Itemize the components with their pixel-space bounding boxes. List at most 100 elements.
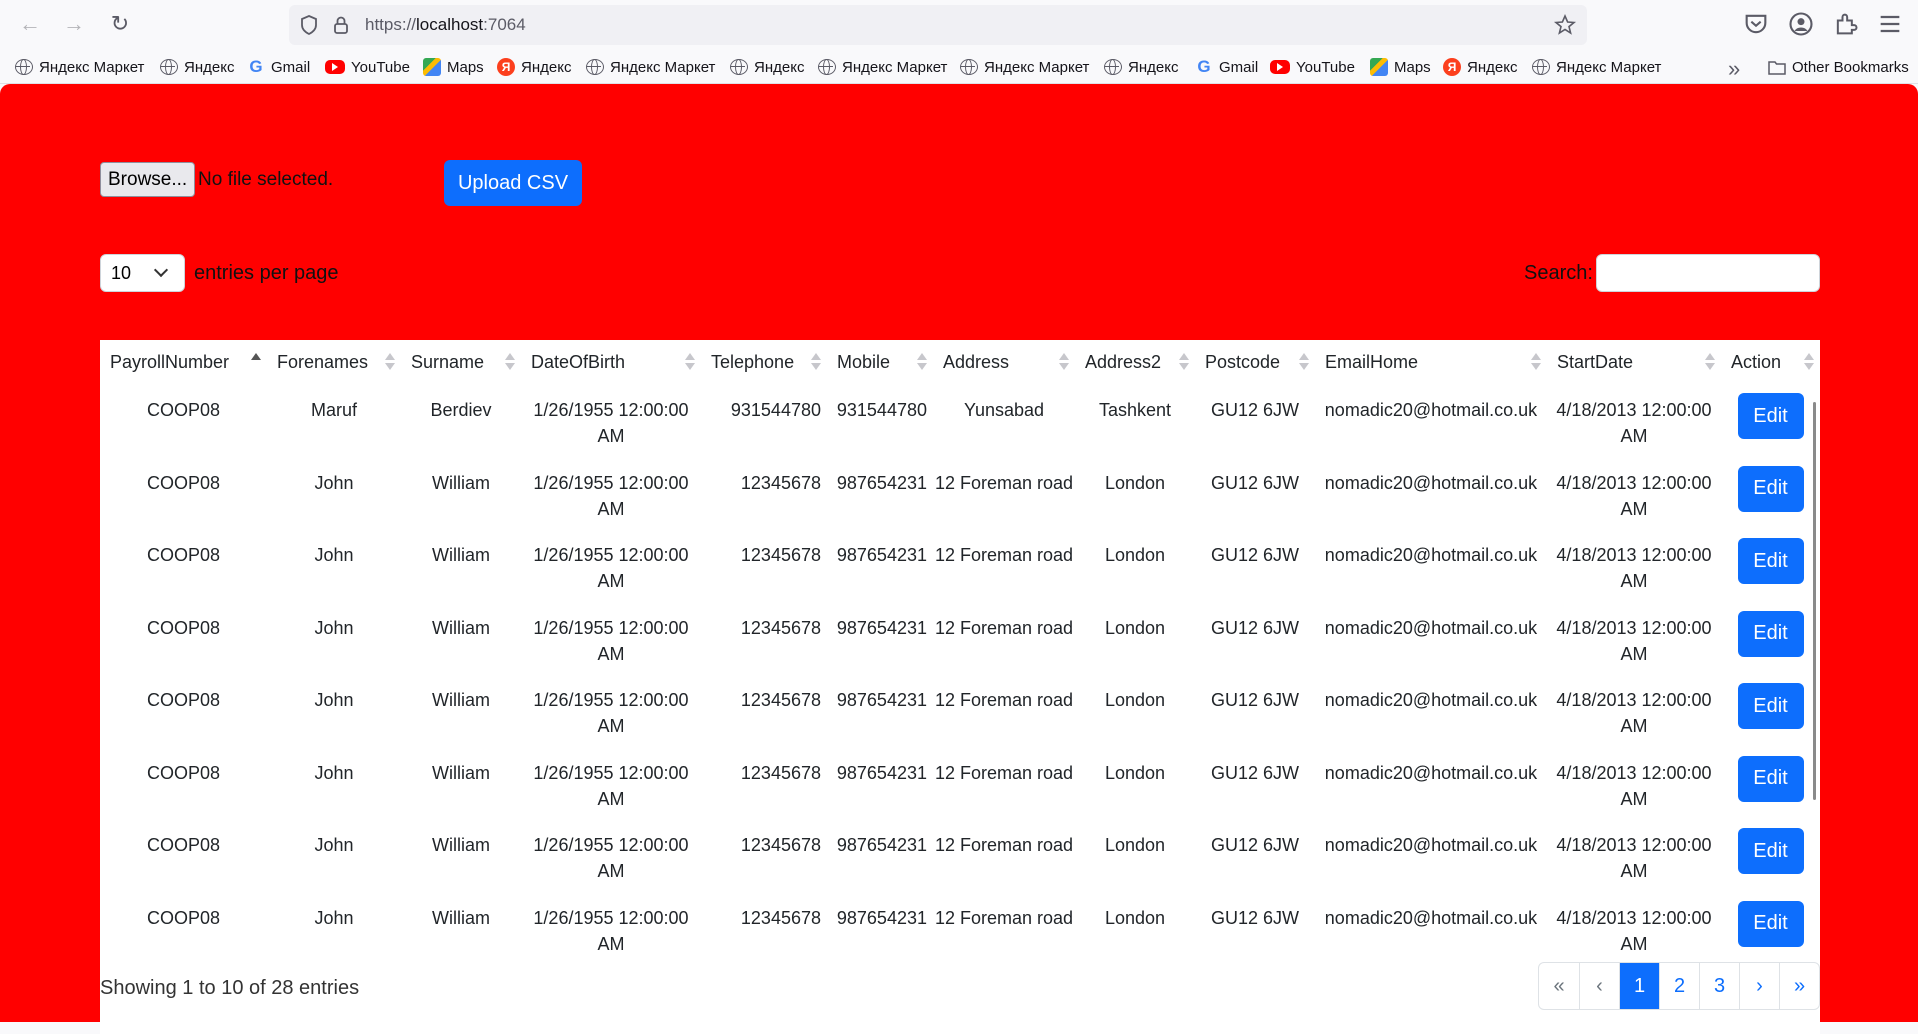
column-header-address2[interactable]: Address2 — [1075, 340, 1195, 384]
reload-icon[interactable]: ↻ — [104, 8, 136, 40]
cell-dob: 1/26/1955 12:00:00 AM — [533, 690, 689, 736]
page-3-button[interactable]: 3 — [1699, 963, 1739, 1009]
bookmark-item[interactable]: YouTube — [1270, 57, 1355, 77]
other-bookmarks[interactable]: Other Bookmarks — [1768, 57, 1909, 77]
globe-icon — [1532, 59, 1550, 75]
bookmark-label: Gmail — [1219, 58, 1259, 76]
menu-icon[interactable] — [1876, 10, 1904, 38]
page-first-button[interactable]: « — [1539, 963, 1579, 1009]
table-scrollbar[interactable] — [1813, 402, 1816, 800]
cell-payroll: COOP08 — [146, 690, 221, 710]
bookmark-item[interactable]: Я Яндекс — [1443, 57, 1517, 77]
column-header-action[interactable]: Action — [1721, 340, 1820, 384]
entries-per-page-label: entries per page — [194, 262, 339, 284]
cell-startdate: 4/18/2013 12:00:00 AM — [1556, 835, 1712, 881]
bookmark-label: Яндекс Маркет — [984, 58, 1090, 76]
globe-icon — [818, 59, 836, 75]
sort-icon — [505, 353, 515, 371]
cell-payroll: COOP08 — [146, 762, 221, 783]
page-content: Browse... No file selected. Upload CSV 1… — [0, 84, 1918, 1034]
upload-csv-button[interactable]: Upload CSV — [444, 160, 582, 206]
bookmark-item[interactable]: Яндекс Маркет — [15, 57, 144, 77]
cell-tel: 12345678 — [740, 545, 821, 565]
url-text[interactable]: https://localhost:7064 — [365, 15, 526, 35]
account-icon[interactable] — [1787, 10, 1815, 38]
page-2-button[interactable]: 2 — [1659, 963, 1699, 1009]
bookmark-item[interactable]: Яндекс Маркет — [586, 57, 715, 77]
cell-dob: 1/26/1955 12:00:00 AM — [533, 617, 689, 664]
column-header-startdate[interactable]: StartDate — [1547, 340, 1721, 384]
edit-button[interactable]: Edit — [1737, 610, 1804, 657]
entries-per-page-select[interactable]: 10 — [100, 254, 185, 292]
column-header-emailhome[interactable]: EmailHome — [1315, 340, 1547, 384]
table-row: COOP08 John William 1/26/1955 12:00:00 AM 12… — [100, 674, 1820, 747]
bookmark-item[interactable]: Яндекс Маркет — [960, 57, 1089, 77]
edit-button[interactable]: Edit — [1737, 683, 1804, 729]
bookmark-item[interactable]: Maps — [1370, 57, 1431, 77]
bookmark-item[interactable]: YouTube — [325, 57, 410, 77]
column-header-label: StartDate — [1557, 351, 1634, 372]
column-header-postcode[interactable]: Postcode — [1195, 340, 1315, 384]
sort-icon — [1531, 353, 1541, 371]
cell-tel: 12345678 — [740, 690, 821, 710]
more-bookmarks-icon[interactable]: » — [1728, 56, 1740, 82]
edit-button[interactable]: Edit — [1737, 465, 1804, 512]
column-header-label: Address — [943, 351, 1010, 372]
edit-button[interactable]: Edit — [1737, 828, 1804, 874]
bookmark-item[interactable]: Maps — [423, 57, 484, 77]
cell-mob: 987654231 — [836, 907, 927, 928]
column-header-telephone[interactable]: Telephone — [701, 340, 827, 384]
bookmark-item[interactable]: G Gmail — [247, 57, 310, 77]
back-icon[interactable]: ← — [14, 8, 46, 40]
forward-icon[interactable]: → — [58, 8, 90, 40]
bookmark-label: Яндекс — [1128, 58, 1179, 76]
edit-button[interactable]: Edit — [1737, 755, 1804, 802]
column-header-address[interactable]: Address — [933, 340, 1075, 384]
page-last-button[interactable]: » — [1779, 963, 1819, 1009]
page-1-button[interactable]: 1 — [1619, 963, 1659, 1009]
cell-address2: London — [1104, 617, 1166, 638]
bookmark-item[interactable]: G Gmail — [1195, 57, 1258, 77]
cell-dob: 1/26/1955 12:00:00 AM — [533, 762, 689, 809]
bookmark-star-icon[interactable] — [1553, 13, 1577, 37]
cell-tel: 12345678 — [740, 762, 821, 783]
column-header-forenames[interactable]: Forenames — [267, 340, 401, 384]
column-header-label: Address2 — [1085, 351, 1162, 372]
bookmark-item[interactable]: Яндекс Маркет — [1532, 57, 1661, 77]
bookmark-item[interactable]: Яндекс — [1104, 57, 1178, 77]
column-header-mobile[interactable]: Mobile — [827, 340, 933, 384]
lock-icon[interactable] — [329, 13, 353, 37]
sort-icon — [1179, 353, 1189, 371]
bookmark-item[interactable]: Яндекс Маркет — [818, 57, 947, 77]
edit-button[interactable]: Edit — [1737, 538, 1804, 584]
column-header-surname[interactable]: Surname — [401, 340, 521, 384]
shield-icon[interactable] — [297, 13, 321, 37]
cell-forenames: John — [314, 690, 354, 710]
cell-mob: 987654231 — [836, 762, 927, 783]
url-suffix: :7064 — [483, 15, 526, 34]
pocket-icon[interactable] — [1742, 10, 1770, 38]
bookmark-item[interactable]: Я Яндекс — [497, 57, 571, 77]
edit-button[interactable]: Edit — [1737, 393, 1804, 439]
chevron-down-icon — [153, 262, 169, 278]
cell-surname: William — [432, 690, 490, 710]
search-input[interactable] — [1596, 254, 1820, 292]
column-header-dateofbirth[interactable]: DateOfBirth — [521, 340, 701, 384]
cell-action: Edit — [1721, 529, 1820, 602]
cell-surname: William — [432, 762, 490, 783]
extensions-icon[interactable] — [1832, 10, 1860, 38]
globe-icon — [15, 59, 33, 75]
cell-email: nomadic20@hotmail.co.uk — [1324, 835, 1538, 855]
bookmark-item[interactable]: Яндекс — [730, 57, 804, 77]
cell-mob: 987654231 — [836, 690, 927, 710]
column-header-payrollnumber[interactable]: PayrollNumber — [100, 340, 267, 384]
yandex-icon: Я — [1443, 58, 1461, 76]
address-bar[interactable]: https://localhost:7064 — [289, 5, 1587, 45]
page-next-button[interactable]: › — [1739, 963, 1779, 1009]
cell-surname: William — [432, 472, 490, 493]
cell-forenames: John — [314, 762, 354, 783]
browse-button[interactable]: Browse... — [100, 162, 196, 197]
bookmark-item[interactable]: Яндекс — [160, 57, 234, 77]
edit-button[interactable]: Edit — [1737, 900, 1804, 947]
page-prev-button[interactable]: ‹ — [1579, 963, 1619, 1009]
